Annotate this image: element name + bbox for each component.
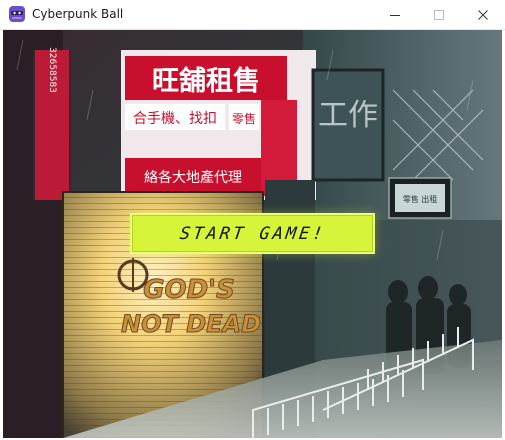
svg-text:零售: 零售 (232, 111, 256, 126)
shop-sign: 旺舖租售 合手機、找扣 零售 絡各大地產代理 (121, 50, 316, 200)
app-ninja-icon (9, 6, 25, 22)
window-title: Cyberpunk Ball (32, 7, 124, 21)
svg-text:工作: 工作 (318, 98, 378, 133)
minimize-button[interactable] (373, 0, 417, 30)
svg-text:32658583: 32658583 (47, 47, 57, 93)
side-sign-left: 32658583 (35, 47, 69, 200)
svg-text:合手機、找扣: 合手機、找扣 (133, 111, 217, 127)
minimize-icon (390, 15, 400, 16)
start-game-button[interactable]: START GAME! (130, 213, 375, 254)
start-game-label: START GAME! (178, 223, 327, 244)
game-viewport[interactable]: 32658583 旺舖租售 合手機、找扣 零售 絡各大地產代理 工作 零售 出租 (3, 30, 502, 438)
window-border-left (0, 30, 3, 440)
close-button[interactable] (461, 0, 505, 30)
small-sign: 零售 出租 (388, 177, 452, 219)
svg-text:GOD'S: GOD'S (143, 275, 235, 305)
svg-text:旺舖租售: 旺舖租售 (152, 65, 260, 97)
title-bar[interactable]: Cyberpunk Ball (0, 0, 505, 30)
close-icon (478, 10, 488, 20)
maximize-icon (434, 10, 444, 20)
maximize-button[interactable] (417, 0, 461, 30)
svg-text:零售 出租: 零售 出租 (403, 194, 438, 204)
svg-text:絡各大地產代理: 絡各大地產代理 (144, 169, 242, 186)
svg-text:NOT DEAD: NOT DEAD (121, 310, 261, 338)
